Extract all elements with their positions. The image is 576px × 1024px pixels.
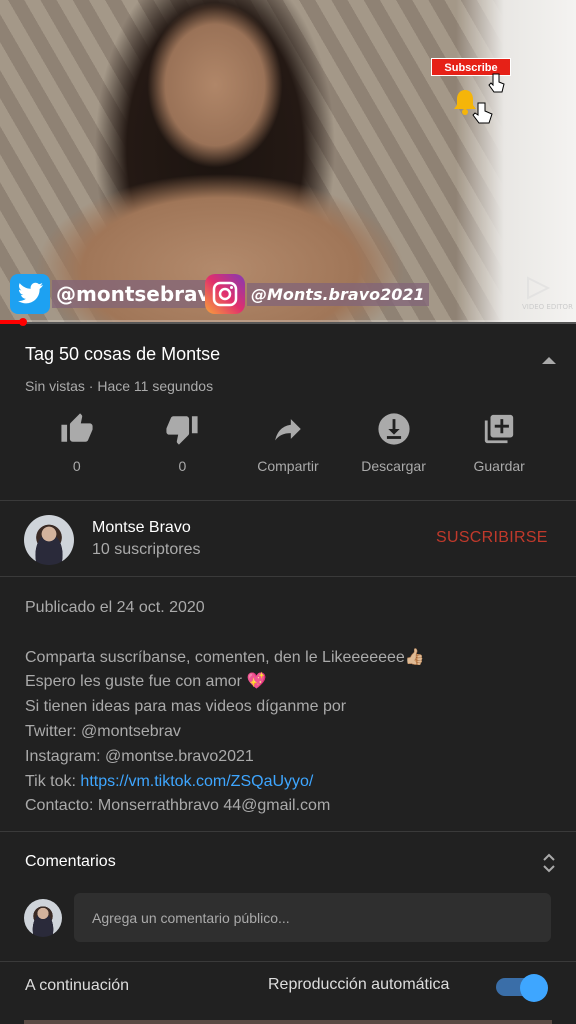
channel-subscribers: 10 suscriptores xyxy=(92,541,201,558)
up-next-label: A continuación xyxy=(25,977,130,994)
divider xyxy=(0,500,576,501)
video-progress-bar[interactable] xyxy=(0,318,576,326)
description-line: Espero les guste fue con amor 💖 xyxy=(25,673,267,691)
contact-line: Contacto: Monserrathbravo 44@gmail.com xyxy=(25,797,331,815)
download-label: Descargar xyxy=(361,458,426,474)
hand-cursor-icon xyxy=(472,102,493,124)
autoplay-label: Reproducción automática xyxy=(268,976,450,993)
description-line: Instagram: @montse.bravo2021 xyxy=(25,747,254,765)
instagram-overlay: @Monts.bravo2021 xyxy=(205,274,429,314)
published-date: Publicado el 24 oct. 2020 xyxy=(25,599,205,616)
add-to-playlist-icon xyxy=(485,414,514,444)
divider xyxy=(0,576,576,577)
like-button[interactable]: 0 xyxy=(24,412,130,482)
video-frame-background xyxy=(456,0,576,322)
twitter-overlay: @montsebrav xyxy=(10,274,215,314)
channel-name[interactable]: Montse Bravo xyxy=(92,519,191,537)
channel-avatar[interactable] xyxy=(24,515,74,565)
video-meta: Sin vistas · Hace 11 segundos xyxy=(25,378,214,394)
expand-icon[interactable] xyxy=(541,852,557,874)
video-title[interactable]: Tag 50 cosas de Montse xyxy=(25,344,220,365)
collapse-icon[interactable] xyxy=(540,354,558,366)
share-button[interactable]: Compartir xyxy=(235,412,341,482)
autoplay-toggle[interactable] xyxy=(496,974,552,1002)
subscribe-button[interactable]: SUSCRIBIRSE xyxy=(436,529,548,547)
user-avatar xyxy=(24,899,62,937)
dislike-count: 0 xyxy=(178,458,187,474)
autoplay-toggle-knob xyxy=(520,974,548,1002)
description-line: Twitter: @montsebrav xyxy=(25,722,181,740)
action-bar: 0 0 Compartir Descargar Guardar xyxy=(24,412,552,482)
description-line: Si tienen ideas para mas videos díganme … xyxy=(25,698,347,716)
share-icon xyxy=(275,419,301,441)
share-label: Compartir xyxy=(257,458,319,474)
tiktok-link[interactable]: https://vm.tiktok.com/ZSQaUyyo/ xyxy=(80,773,313,790)
watermark-text: VIDEO EDITOR xyxy=(522,303,573,311)
download-button[interactable]: Descargar xyxy=(341,412,447,482)
twitter-handle: @montsebrav xyxy=(52,280,215,308)
tiktok-line: Tik tok: https://vm.tiktok.com/ZSQaUyyo/ xyxy=(25,770,555,795)
tiktok-label: Tik tok: xyxy=(25,772,81,790)
video-progress-scrubber[interactable] xyxy=(19,318,28,326)
divider xyxy=(0,961,576,962)
twitter-icon xyxy=(10,274,50,314)
instagram-icon xyxy=(205,274,245,314)
thumbs-down-icon xyxy=(166,416,198,445)
like-count: 0 xyxy=(72,458,81,474)
download-icon xyxy=(377,413,410,445)
save-label: Guardar xyxy=(473,458,525,474)
video-description: Publicado el 24 oct. 2020 Comparta suscr… xyxy=(25,596,555,819)
hand-cursor-icon xyxy=(488,73,505,93)
next-video-thumbnail[interactable] xyxy=(24,1020,552,1024)
divider xyxy=(0,831,576,832)
thumbs-up-icon xyxy=(61,413,93,442)
video-editor-watermark-icon xyxy=(527,276,551,300)
dislike-button[interactable]: 0 xyxy=(130,412,236,482)
video-player[interactable]: Subscribe @montsebrav @Monts.bravo2021 V… xyxy=(0,0,576,322)
description-line: Comparta suscríbanse, comenten, den le L… xyxy=(25,648,425,666)
instagram-handle: @Monts.bravo2021 xyxy=(247,282,429,306)
comments-title[interactable]: Comentarios xyxy=(25,853,116,871)
comment-input[interactable]: Agrega un comentario público... xyxy=(74,893,551,942)
save-button[interactable]: Guardar xyxy=(446,412,552,482)
